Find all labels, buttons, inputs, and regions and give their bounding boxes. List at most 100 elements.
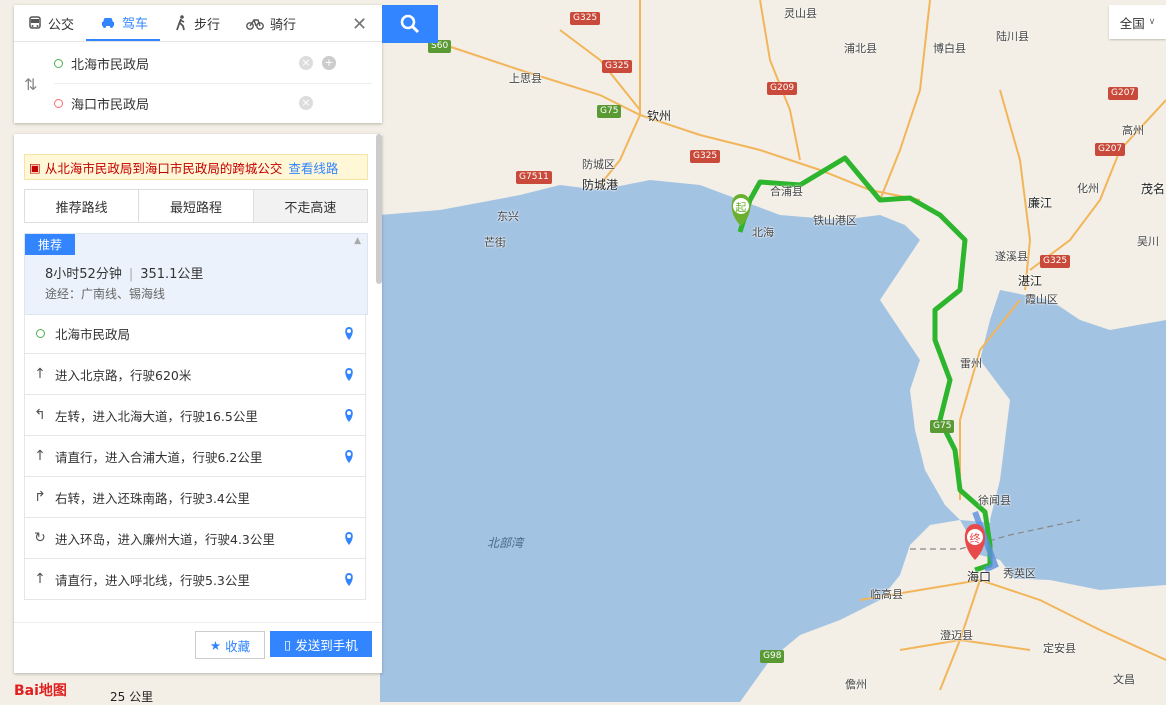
route-step[interactable]: ↑ 请直行，进入合浦大道，行驶6.2公里 (24, 436, 366, 477)
phone-icon: ▯ (284, 636, 292, 652)
swap-icon[interactable]: ⇅ (24, 75, 37, 94)
route-step[interactable]: 北海市民政局 (24, 313, 366, 354)
straight-arrow-icon: ↑ (34, 571, 46, 587)
map-logo: Bai地图 (14, 683, 67, 699)
scrollbar[interactable] (376, 134, 382, 284)
send-to-phone-button[interactable]: ▯ 发送到手机 (270, 631, 372, 657)
mode-walk[interactable]: 步行 (160, 5, 232, 41)
region-label: 全国 (1119, 15, 1145, 31)
region-selector[interactable]: 全国 ∨ (1109, 5, 1166, 39)
location-pin-icon[interactable] (343, 571, 355, 591)
duration: 8小时52分钟 (45, 267, 122, 282)
destination-text: 海口市民政局 (71, 97, 150, 113)
distance: 351.1公里 (140, 267, 204, 282)
route-step-text: 北海市民政局 (55, 326, 131, 342)
map-place-label: 茂名 (1141, 182, 1166, 196)
summary-line: 8小时52分钟 | 351.1公里 (45, 267, 204, 282)
map-scale: 25 公里 (110, 690, 154, 704)
mode-walk-label: 步行 (194, 17, 221, 33)
highway-shield: G75 (930, 420, 955, 433)
map-place-label: 廉江 (1028, 196, 1053, 210)
highway-shield: G207 (1095, 143, 1126, 156)
bike-icon (246, 18, 264, 30)
route-search-box: 公交 驾车 步行 骑行 ✕ ⇅ 北海市民政局 × + 海口市民政局 × (14, 5, 382, 123)
map-place-label: 上思县 (509, 72, 542, 85)
chevron-down-icon: ∨ (1148, 17, 1156, 27)
route-step-text: 右转，进入还珠南路，行驶3.4公里 (55, 490, 250, 506)
transport-mode-tabs: 公交 驾车 步行 骑行 (14, 5, 382, 42)
location-pin-icon[interactable] (343, 448, 355, 468)
highway-shield: G325 (602, 60, 633, 73)
highway-shield: G207 (1108, 87, 1139, 100)
route-step[interactable]: ↰ 左转，进入北海大道，行驶16.5公里 (24, 395, 366, 436)
view-route-link[interactable]: 查看线路 (288, 158, 338, 177)
map-place-label: 徐闻县 (978, 494, 1011, 507)
route-step-text: 请直行，进入呼北线，行驶5.3公里 (55, 572, 250, 588)
map-place-label: 定安县 (1043, 642, 1076, 655)
route-step-text: 进入环岛，进入廉州大道，行驶4.3公里 (55, 531, 275, 547)
map-place-label: 合浦县 (770, 185, 803, 198)
search-button[interactable] (382, 5, 438, 43)
map-place-label: 铁山港区 (813, 214, 857, 227)
highway-shield: G98 (760, 650, 785, 663)
mode-drive[interactable]: 驾车 (86, 5, 161, 41)
car-icon (102, 17, 115, 28)
location-pin-icon[interactable] (343, 407, 355, 427)
route-step[interactable]: ↑ 进入北京路，行驶620米 (24, 354, 366, 395)
map-place-label: 临高县 (870, 588, 903, 601)
bus-icon (29, 15, 41, 29)
map-place-label: 陆川县 (996, 30, 1029, 43)
map-place-label: 高州 (1122, 124, 1144, 137)
mode-bike[interactable]: 骑行 (232, 5, 308, 41)
star-icon: ★ (209, 637, 222, 653)
recommend-badge: 推荐 (25, 234, 76, 255)
location-pin-icon[interactable] (343, 530, 355, 550)
route-step-text: 请直行，进入合浦大道，行驶6.2公里 (55, 449, 263, 465)
intercity-bus-notice: ▣ 从北海市民政局到海口市民政局的跨城公交 查看线路 (24, 154, 368, 180)
origin-dot-icon (54, 58, 63, 68)
walk-icon (176, 15, 185, 31)
map-place-label: 霞山区 (1025, 293, 1058, 306)
roundabout-icon: ↻ (34, 530, 46, 546)
via-roads: 途经：广南线、锡海线 (45, 287, 166, 301)
route-preference-tabs: 推荐路线 最短路程 不走高速 (24, 189, 368, 223)
close-icon[interactable]: ✕ (352, 14, 367, 35)
map-place-label: 吴川 (1137, 235, 1159, 248)
highway-shield: G75 (597, 105, 622, 118)
mode-bus[interactable]: 公交 (14, 5, 86, 41)
notice-text: 从北海市民政局到海口市民政局的跨城公交 (44, 160, 283, 176)
collapse-icon[interactable]: ▲ (354, 236, 361, 246)
destination-dot-icon (54, 98, 63, 108)
clear-origin-icon[interactable]: × (299, 56, 313, 70)
start-circle-icon (25, 328, 55, 338)
send-label: 发送到手机 (295, 637, 358, 653)
map-place-label: 浦北县 (844, 42, 877, 55)
tab-no-highway[interactable]: 不走高速 (253, 190, 367, 222)
favorite-button[interactable]: ★ 收藏 (195, 631, 265, 659)
route-step-text: 进入北京路，行驶620米 (55, 367, 192, 383)
add-waypoint-icon[interactable]: + (322, 56, 336, 70)
straight-arrow-icon: ↑ (34, 448, 46, 464)
mode-drive-label: 驾车 (122, 16, 149, 32)
route-result-panel: ▣ 从北海市民政局到海口市民政局的跨城公交 查看线路 推荐路线 最短路程 不走高… (14, 134, 382, 673)
map-place-label: 芒街 (484, 236, 506, 249)
route-summary[interactable]: 推荐 ▲ 8小时52分钟 | 351.1公里 途经：广南线、锡海线 (24, 233, 368, 315)
location-pin-icon[interactable] (343, 325, 355, 345)
search-icon (400, 14, 420, 34)
mode-bike-label: 骑行 (270, 17, 297, 33)
route-step[interactable]: ↻ 进入环岛，进入廉州大道，行驶4.3公里 (24, 518, 366, 559)
highway-shield: G325 (690, 150, 721, 163)
map-place-label: 灵山县 (784, 7, 817, 20)
route-step-text: 左转，进入北海大道，行驶16.5公里 (55, 408, 258, 424)
tab-shortest[interactable]: 最短路程 (139, 190, 254, 222)
route-step[interactable]: ↑ 请直行，进入呼北线，行驶5.3公里 (24, 559, 366, 600)
clear-destination-icon[interactable]: × (299, 96, 313, 110)
favorite-label: 收藏 (225, 638, 251, 654)
route-step[interactable]: ↱ 右转，进入还珠南路，行驶3.4公里 (24, 477, 366, 518)
highway-shield: G325 (570, 12, 601, 25)
map-place-label: 儋州 (845, 678, 867, 691)
map-place-label: 澄迈县 (940, 629, 973, 642)
location-pin-icon[interactable] (343, 366, 355, 386)
tab-recommended[interactable]: 推荐路线 (25, 190, 140, 222)
map-place-label: 化州 (1077, 182, 1099, 195)
